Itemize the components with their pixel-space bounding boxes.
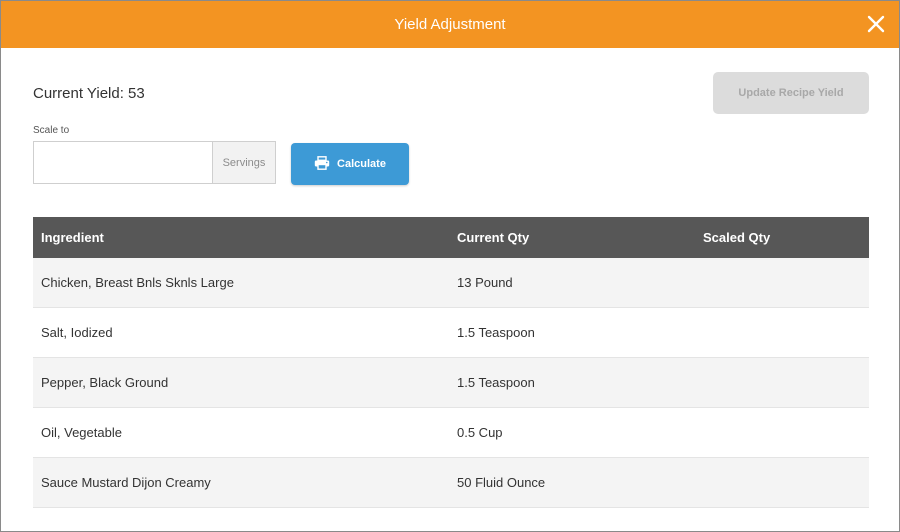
current-qty-cell: 13 Pound (449, 258, 695, 308)
table-row: Oil, Vegetable 0.5 Cup (33, 407, 869, 458)
dialog-title: Yield Adjustment (394, 16, 506, 33)
current-qty-cell: 50 Fluid Ounce (449, 457, 695, 508)
printer-icon (314, 155, 330, 173)
scale-to-label: Scale to (33, 125, 70, 136)
table-row: Salt, Iodized 1.5 Teaspoon (33, 307, 869, 358)
ingredient-cell: Pepper, Black Ground (33, 357, 449, 408)
ingredient-cell: Oil, Vegetable (33, 407, 449, 458)
current-qty-cell: 1.5 Teaspoon (449, 307, 695, 358)
scaled-qty-cell (695, 307, 869, 358)
ingredient-cell: Sauce Mustard Dijon Creamy (33, 457, 449, 508)
update-recipe-yield-button[interactable]: Update Recipe Yield (713, 72, 869, 114)
current-qty-cell: 0.5 Cup (449, 407, 695, 458)
table-row: Sauce Mustard Dijon Creamy 50 Fluid Ounc… (33, 457, 869, 508)
current-yield-text: Current Yield: 53 (33, 85, 145, 102)
scale-to-input[interactable] (34, 142, 212, 183)
scaled-qty-cell (695, 457, 869, 508)
scaled-qty-cell (695, 407, 869, 458)
table-row: Pepper, Black Ground 1.5 Teaspoon (33, 357, 869, 408)
header-ingredient: Ingredient (41, 230, 104, 245)
yield-adjustment-dialog: Yield Adjustment Current Yield: 53 Updat… (0, 0, 900, 532)
header-current-qty: Current Qty (457, 230, 530, 245)
current-qty-cell: 1.5 Teaspoon (449, 357, 695, 408)
servings-addon: Servings (212, 142, 275, 183)
scaled-qty-cell (695, 357, 869, 408)
close-icon[interactable] (865, 13, 887, 35)
header-scaled-qty: Scaled Qty (703, 230, 771, 245)
table-header-row: Ingredient Current Qty Scaled Qty (33, 217, 869, 258)
table-row: Chicken, Breast Bnls Sknls Large 13 Poun… (33, 258, 869, 308)
scaled-qty-cell (695, 258, 869, 308)
ingredient-cell: Salt, Iodized (33, 307, 449, 358)
ingredient-cell: Chicken, Breast Bnls Sknls Large (33, 258, 449, 308)
scale-to-group: Servings (33, 141, 276, 184)
ingredients-table: Ingredient Current Qty Scaled Qty Chicke… (33, 217, 869, 508)
calculate-button[interactable]: Calculate (291, 143, 409, 185)
calculate-label: Calculate (337, 158, 386, 170)
dialog-header: Yield Adjustment (1, 1, 899, 48)
